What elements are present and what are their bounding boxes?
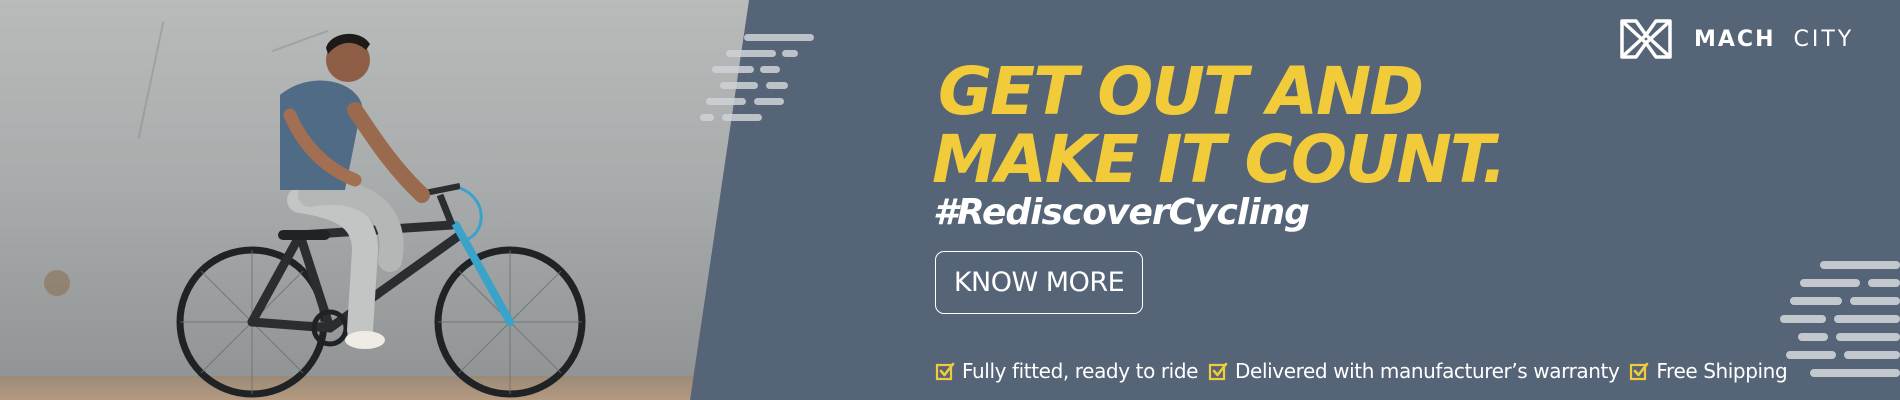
know-more-button[interactable]: KNOW MORE bbox=[935, 251, 1143, 314]
headline-line-2: MAKE IT COUNT. bbox=[932, 121, 1507, 198]
feature-item: Free Shipping bbox=[1629, 359, 1788, 383]
mach-city-logo-icon bbox=[1620, 19, 1672, 59]
speed-streaks-top bbox=[700, 34, 814, 121]
feature-item: Delivered with manufacturer’s warranty bbox=[1208, 359, 1620, 383]
hashtag: #RediscoverCycling bbox=[933, 192, 1310, 233]
wall-stain bbox=[44, 270, 70, 296]
feature-item: Fully fitted, ready to ride bbox=[935, 359, 1198, 383]
brand-logo[interactable]: MACH CITY bbox=[1618, 15, 1854, 63]
headline: GET OUT AND MAKE IT COUNT. bbox=[932, 53, 1558, 194]
feature-label: Free Shipping bbox=[1656, 359, 1788, 383]
promo-banner[interactable]: MACH CITY GET OUT AND MAKE IT COUNT. #Re… bbox=[0, 0, 1900, 400]
checkbox-icon bbox=[1630, 362, 1649, 381]
feature-label: Fully fitted, ready to ride bbox=[962, 359, 1199, 383]
checkbox-icon bbox=[935, 362, 955, 381]
speed-streaks-bottom bbox=[1780, 261, 1900, 377]
brand-name-city: CITY bbox=[1793, 26, 1855, 52]
headline-line-1: GET OUT AND bbox=[938, 53, 1424, 130]
feature-label: Delivered with manufacturer’s warranty bbox=[1235, 359, 1620, 383]
cyclist-illustration bbox=[176, 33, 586, 398]
hero-photo bbox=[0, 0, 749, 400]
checkbox-icon bbox=[1208, 362, 1228, 381]
feature-list: Fully fitted, ready to ride Delivered wi… bbox=[935, 359, 1797, 383]
brand-name-mach: MACH bbox=[1694, 26, 1776, 52]
